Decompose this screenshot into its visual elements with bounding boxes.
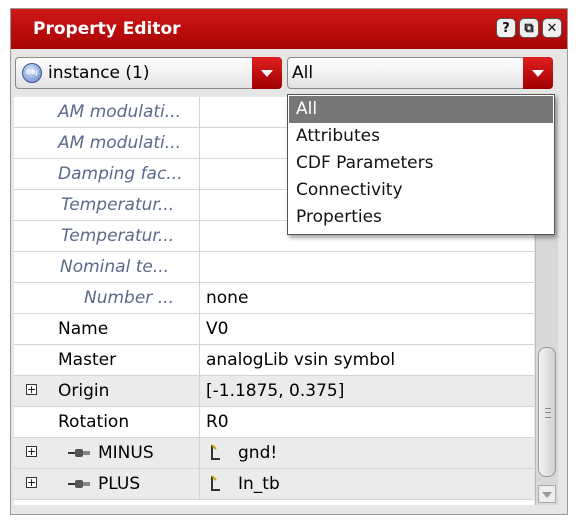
net-icon bbox=[211, 475, 220, 491]
property-name: AM modulati... bbox=[58, 102, 181, 122]
filter-value: All bbox=[292, 63, 314, 83]
property-name: Nominal te... bbox=[60, 257, 170, 277]
table-row[interactable]: Nominal te... bbox=[14, 252, 534, 283]
net-name: In_tb bbox=[238, 474, 280, 494]
property-value[interactable]: gnd! bbox=[199, 438, 534, 468]
table-row[interactable]: Number ... none bbox=[14, 283, 534, 314]
menu-item-all[interactable]: All bbox=[289, 96, 553, 123]
property-name: Origin bbox=[58, 381, 110, 401]
expand-icon[interactable]: + bbox=[26, 477, 37, 488]
table-row[interactable]: Rotation R0 bbox=[14, 407, 534, 438]
property-name: Number ... bbox=[84, 288, 174, 308]
property-name: Damping fac... bbox=[58, 164, 183, 184]
property-value[interactable]: In_tb bbox=[199, 469, 534, 499]
property-name: Name bbox=[58, 319, 109, 339]
table-row[interactable]: Master analogLib vsin symbol bbox=[14, 345, 534, 376]
menu-item-cdf-parameters[interactable]: CDF Parameters bbox=[289, 150, 553, 177]
help-icon[interactable]: ? bbox=[496, 18, 516, 38]
property-value[interactable]: V0 bbox=[199, 314, 534, 344]
menu-item-attributes[interactable]: Attributes bbox=[289, 123, 553, 150]
table-row[interactable]: + Origin [-1.1875, 0.375] bbox=[14, 376, 534, 407]
grip-icon bbox=[545, 408, 551, 418]
terminal-icon bbox=[68, 449, 90, 457]
net-name: gnd! bbox=[238, 443, 278, 463]
property-name: Temperatur... bbox=[61, 195, 175, 215]
property-value[interactable] bbox=[199, 252, 534, 282]
float-icon[interactable]: ⧉ bbox=[519, 18, 539, 38]
property-name: Temperatur... bbox=[61, 226, 175, 246]
chevron-down-icon[interactable] bbox=[252, 57, 282, 89]
chevron-down-icon[interactable] bbox=[523, 57, 553, 89]
property-name: Rotation bbox=[58, 412, 130, 432]
property-name: AM modulati... bbox=[58, 133, 181, 153]
expand-icon[interactable]: + bbox=[26, 384, 37, 395]
table-row[interactable]: Name V0 bbox=[14, 314, 534, 345]
menu-item-connectivity[interactable]: Connectivity bbox=[289, 177, 553, 204]
title-bar: Property Editor ? ⧉ ✕ bbox=[11, 9, 567, 49]
instance-selector[interactable]: OBJ instance (1) bbox=[15, 57, 282, 89]
property-name: PLUS bbox=[98, 474, 141, 494]
table-row[interactable]: + MINUS gnd! bbox=[14, 438, 534, 469]
obj-icon: OBJ bbox=[22, 63, 42, 83]
property-name: Master bbox=[58, 350, 117, 370]
terminal-icon bbox=[68, 480, 90, 488]
property-name: MINUS bbox=[98, 443, 154, 463]
filter-select[interactable]: All bbox=[287, 57, 553, 89]
table-row[interactable]: + PLUS In_tb bbox=[14, 469, 534, 500]
property-value[interactable]: none bbox=[199, 283, 534, 313]
filter-dropdown-menu: All Attributes CDF Parameters Connectivi… bbox=[287, 94, 555, 235]
close-icon[interactable]: ✕ bbox=[542, 18, 562, 38]
panel-title: Property Editor bbox=[33, 19, 181, 39]
scroll-down-button[interactable] bbox=[538, 485, 556, 503]
property-editor-panel: Property Editor ? ⧉ ✕ OBJ instance (1) A… bbox=[10, 8, 568, 515]
instance-selector-label: instance (1) bbox=[48, 63, 150, 83]
property-value[interactable]: R0 bbox=[199, 407, 534, 437]
property-value[interactable]: [-1.1875, 0.375] bbox=[199, 376, 534, 406]
menu-item-properties[interactable]: Properties bbox=[289, 204, 553, 231]
net-icon bbox=[211, 444, 220, 460]
property-value[interactable]: analogLib vsin symbol bbox=[199, 345, 534, 375]
expand-icon[interactable]: + bbox=[26, 446, 37, 457]
scrollbar-thumb[interactable] bbox=[538, 347, 556, 477]
